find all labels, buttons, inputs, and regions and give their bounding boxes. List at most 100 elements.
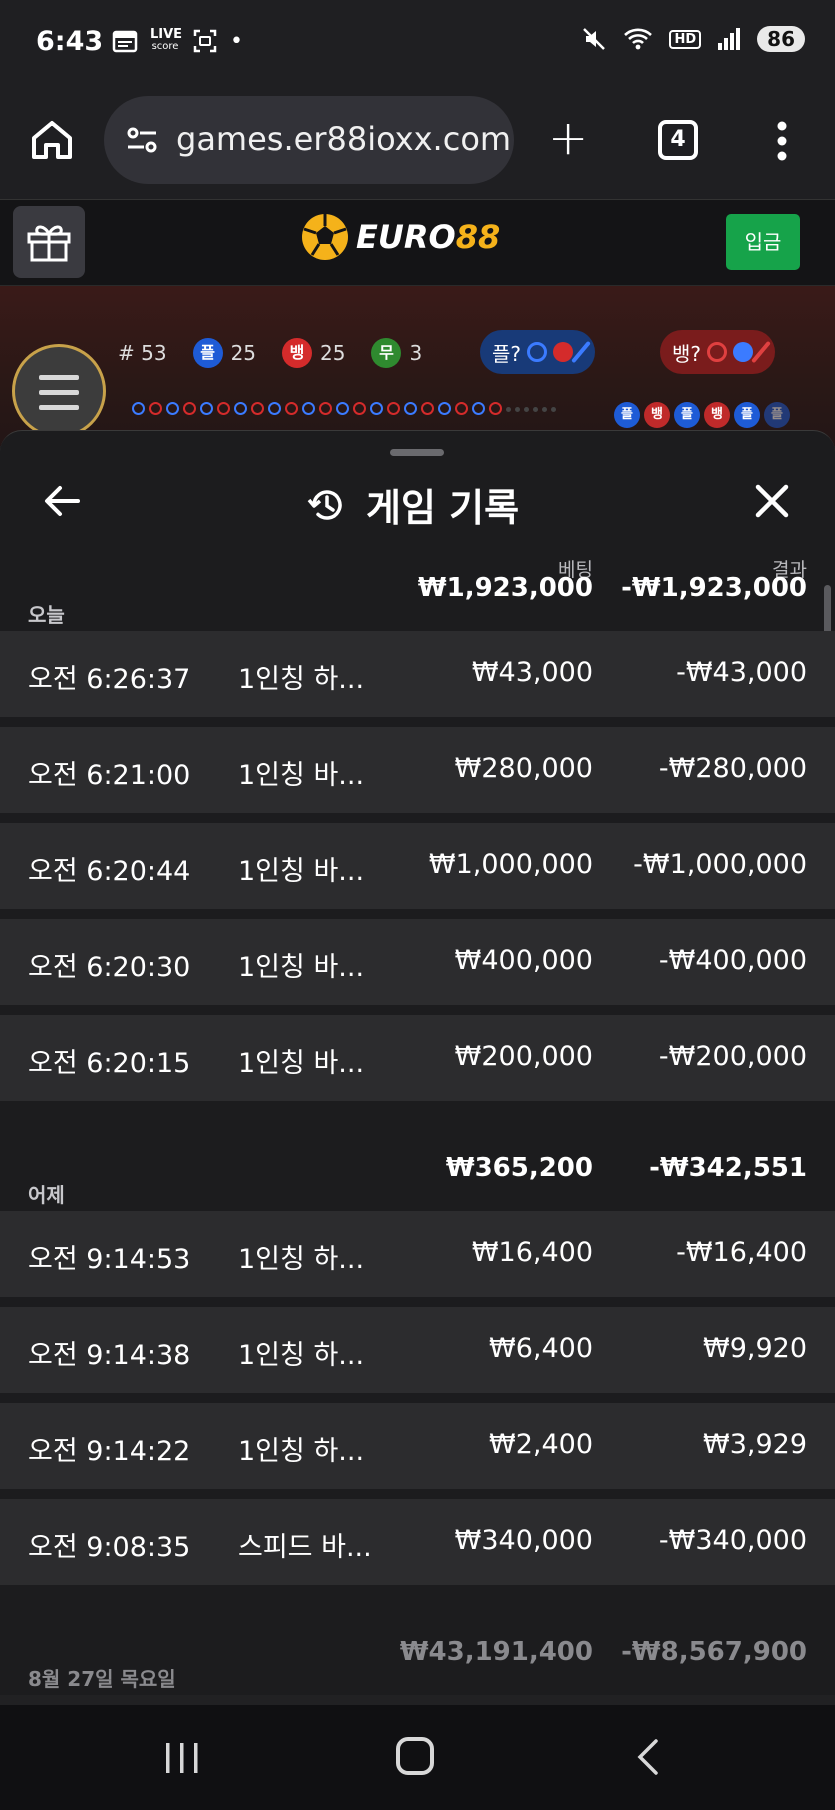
road-dot [183, 402, 196, 415]
close-icon[interactable] [750, 479, 794, 523]
back-arrow-icon[interactable] [40, 479, 84, 523]
history-row[interactable]: 오전 9:14:38 1인칭 하... ₩6,400 ₩9,920 [0, 1307, 835, 1393]
row-result: ₩9,920 [703, 1333, 807, 1364]
hd-voice-icon: HD [669, 29, 702, 49]
road-dot [455, 402, 468, 415]
group-bet-total: ₩365,200 [445, 1153, 593, 1183]
circle-icon [707, 342, 728, 362]
back-nav-icon[interactable] [630, 1737, 666, 1777]
road-dot [132, 402, 145, 415]
road-dot [149, 402, 162, 415]
tab-switcher-button[interactable]: 4 [658, 120, 698, 160]
more-menu-icon[interactable] [770, 116, 794, 166]
dot-icon [553, 342, 574, 362]
road-chips: 플뱅플뱅플플 [614, 402, 790, 428]
road-dot [285, 402, 298, 415]
row-bet: ₩1,000,000 [428, 849, 593, 880]
mute-icon [583, 28, 606, 50]
new-tab-button[interactable]: + [548, 114, 588, 162]
road-dot [551, 407, 556, 412]
history-row[interactable]: 오전 6:20:30 1인칭 바... ₩400,000 -₩400,000 [0, 919, 835, 1005]
road-dot [234, 402, 247, 415]
road-dot [200, 402, 213, 415]
slash-icon [571, 340, 591, 364]
banker-predict-label: 뱅? [672, 341, 702, 366]
drag-handle[interactable] [390, 449, 444, 456]
site-settings-icon[interactable] [124, 122, 160, 158]
road-dot [387, 402, 400, 415]
row-time: 오전 6:20:30 [28, 952, 191, 983]
history-row[interactable]: 오전 9:14:53 1인칭 하... ₩16,400 -₩16,400 [0, 1211, 835, 1297]
player-predict-label: 플? [492, 341, 522, 366]
menu-bar-icon [39, 390, 79, 395]
road-dot [515, 407, 520, 412]
url-text: games.er88ioxx.com [176, 120, 512, 158]
recent-apps-icon[interactable] [162, 1741, 202, 1775]
browser-toolbar: games.er88ioxx.com + 4 [0, 86, 835, 200]
road-dot [489, 402, 502, 415]
player-chip: 플 [192, 338, 223, 368]
row-time: 오전 6:20:44 [28, 856, 191, 887]
history-row[interactable]: 오후 10:32:03크레이 ...₩100,000-₩100,000 [0, 1695, 835, 1705]
road-chip: 플 [734, 402, 760, 428]
screenshot-icon [193, 29, 217, 53]
tie-count: 3 [409, 341, 423, 365]
row-bet: ₩340,000 [454, 1525, 593, 1556]
road-dot [421, 402, 434, 415]
soccer-ball-icon [302, 214, 348, 260]
road-dot [319, 402, 332, 415]
battery-indicator: 86 [757, 26, 805, 52]
row-time: 오전 9:14:22 [28, 1436, 191, 1467]
row-result: -₩340,000 [658, 1525, 807, 1556]
road-dot [166, 402, 179, 415]
history-row[interactable]: 오전 6:20:44 1인칭 바... ₩1,000,000 -₩1,000,000 [0, 823, 835, 909]
group-result-total: -₩342,551 [649, 1153, 807, 1183]
history-icon [307, 489, 342, 520]
road-dot [302, 402, 315, 415]
status-bar: 6:43 LIVE score • HD 86 [0, 0, 835, 86]
road-chip: 플 [614, 402, 640, 428]
road-dot [438, 402, 451, 415]
row-bet: ₩16,400 [471, 1237, 593, 1268]
logo-word: EURO [356, 218, 456, 256]
banker-predict-button[interactable]: 뱅? [660, 330, 776, 374]
history-row[interactable]: 오전 9:14:22 1인칭 하... ₩2,400 ₩3,929 [0, 1403, 835, 1489]
road-chip: 뱅 [704, 402, 730, 428]
panel-title: 게임 기록 [366, 486, 520, 530]
panel-title-group: 게임 기록 [306, 477, 519, 532]
site-logo[interactable]: EURO88 [300, 212, 500, 262]
row-game: 스피드 바... [238, 1532, 372, 1563]
row-bet: ₩280,000 [454, 753, 593, 784]
road-dot [268, 402, 281, 415]
game-menu-button[interactable] [12, 344, 106, 438]
group-label: 8월 27일 목요일 [28, 1667, 176, 1691]
row-result: -₩400,000 [658, 945, 807, 976]
group-bet-total: ₩1,923,000 [417, 573, 593, 603]
status-time: 6:43 [36, 26, 104, 57]
deposit-button[interactable]: 입금 [726, 214, 800, 270]
history-row[interactable]: 오전 9:08:35 스피드 바... ₩340,000 -₩340,000 [0, 1499, 835, 1585]
home-nav-icon[interactable] [396, 1737, 434, 1775]
row-game: 1인칭 하... [238, 1340, 365, 1371]
player-predict-button[interactable]: 플? [480, 330, 596, 374]
road-dot [370, 402, 383, 415]
dot-icon [733, 342, 754, 362]
signal-icon [718, 28, 741, 50]
group-bet-total: ₩43,191,400 [399, 1637, 593, 1667]
road-dot [472, 402, 485, 415]
address-bar[interactable]: games.er88ioxx.com [104, 96, 514, 184]
history-row[interactable]: 오전 6:20:15 1인칭 바... ₩200,000 -₩200,000 [0, 1015, 835, 1101]
history-row[interactable]: 오전 6:26:37 1인칭 하... ₩43,000 -₩43,000 [0, 631, 835, 717]
gift-button[interactable] [13, 206, 85, 278]
row-game: 1인칭 바... [238, 856, 365, 887]
row-result: -₩200,000 [658, 1041, 807, 1072]
logo-number: 88 [455, 218, 501, 256]
row-time: 오전 9:14:53 [28, 1244, 191, 1275]
home-icon[interactable] [28, 116, 76, 164]
history-row[interactable]: 오전 6:21:00 1인칭 바... ₩280,000 -₩280,000 [0, 727, 835, 813]
notification-dot: • [230, 28, 243, 54]
row-game: 1인칭 하... [238, 664, 365, 695]
road-chip: 플 [764, 402, 790, 428]
group-result-total: -₩1,923,000 [621, 573, 807, 603]
site-header: EURO88 입금 [0, 200, 835, 286]
